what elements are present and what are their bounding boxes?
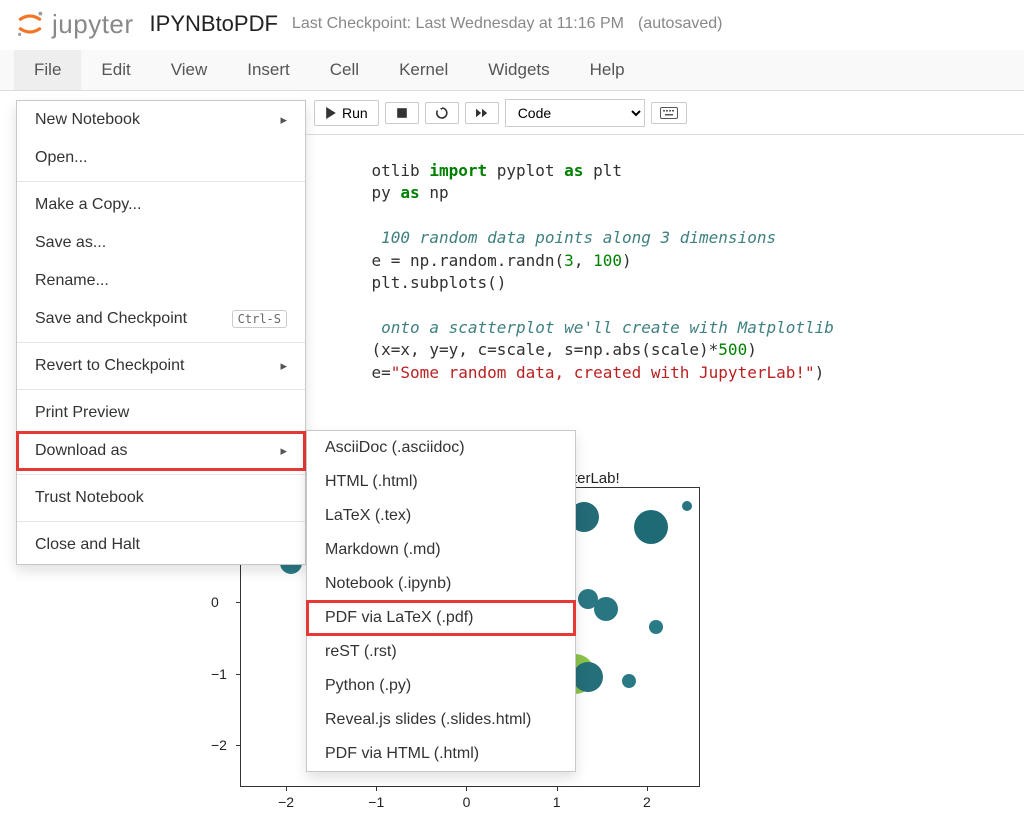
restart-button[interactable]	[425, 102, 459, 124]
menu-item-label: Trust Notebook	[35, 489, 144, 507]
menu-item-label: New Notebook	[35, 111, 140, 129]
menu-help[interactable]: Help	[570, 50, 645, 90]
menu-separator	[17, 342, 305, 343]
jupyter-icon	[14, 8, 46, 40]
download-format-item[interactable]: HTML (.html)	[307, 465, 575, 499]
toolbar: Run Code	[300, 91, 1024, 135]
menu-separator	[17, 181, 305, 182]
file-menu-item[interactable]: Revert to Checkpoint	[17, 347, 305, 385]
x-tick-label: −1	[368, 794, 384, 810]
autosaved-text: (autosaved)	[638, 15, 723, 33]
menu-file[interactable]: File	[14, 50, 81, 90]
menu-separator	[17, 474, 305, 475]
file-menu-item[interactable]: New Notebook	[17, 101, 305, 139]
download-format-item[interactable]: Markdown (.md)	[307, 533, 575, 567]
cell-type-select[interactable]: Code	[505, 99, 645, 127]
menu-separator	[17, 521, 305, 522]
menu-separator	[17, 389, 305, 390]
file-menu-item[interactable]: Trust Notebook	[17, 479, 305, 517]
play-icon	[325, 107, 337, 119]
y-tick-label: −2	[211, 737, 227, 753]
menu-kernel[interactable]: Kernel	[379, 50, 468, 90]
menu-item-label: Print Preview	[35, 404, 129, 422]
file-menu-item[interactable]: Rename...	[17, 262, 305, 300]
notebook-header: jupyter IPYNBtoPDF Last Checkpoint: Last…	[0, 0, 1024, 50]
run-button[interactable]: Run	[314, 100, 379, 126]
menu-item-label: Make a Copy...	[35, 196, 141, 214]
download-format-item[interactable]: LaTeX (.tex)	[307, 499, 575, 533]
data-point	[649, 620, 663, 634]
menu-item-label: Open...	[35, 149, 87, 167]
file-menu-item[interactable]: Save and Checkpoint Ctrl-S	[17, 300, 305, 338]
stop-button[interactable]	[385, 102, 419, 124]
command-palette-button[interactable]	[651, 102, 687, 124]
file-menu-item[interactable]: Make a Copy...	[17, 186, 305, 224]
menu-widgets[interactable]: Widgets	[468, 50, 569, 90]
download-format-item[interactable]: Python (.py)	[307, 669, 575, 703]
menubar: File Edit View Insert Cell Kernel Widget…	[0, 50, 1024, 91]
menu-edit[interactable]: Edit	[81, 50, 150, 90]
jupyter-logo[interactable]: jupyter	[14, 8, 134, 40]
checkpoint-text: Last Checkpoint: Last Wednesday at 11:16…	[292, 15, 624, 33]
data-point	[594, 597, 618, 621]
download-format-item[interactable]: PDF via LaTeX (.pdf)	[307, 601, 575, 635]
download-format-item[interactable]: PDF via HTML (.html)	[307, 737, 575, 771]
menu-shortcut: Ctrl-S	[232, 310, 287, 328]
menu-item-label: Revert to Checkpoint	[35, 357, 184, 375]
menu-cell[interactable]: Cell	[310, 50, 379, 90]
download-as-submenu: AsciiDoc (.asciidoc)HTML (.html)LaTeX (.…	[306, 430, 576, 772]
data-point	[682, 501, 692, 511]
file-menu-item[interactable]: Close and Halt	[17, 526, 305, 564]
file-dropdown: New Notebook Open... Make a Copy... Save as…	[16, 100, 306, 565]
keyboard-icon	[660, 107, 678, 119]
x-tick-label: 2	[643, 794, 651, 810]
menu-insert[interactable]: Insert	[227, 50, 310, 90]
download-format-item[interactable]: Notebook (.ipynb)	[307, 567, 575, 601]
menu-item-label: Rename...	[35, 272, 109, 290]
file-menu-item[interactable]: Open...	[17, 139, 305, 177]
fastforward-icon	[476, 107, 488, 119]
menu-item-label: Close and Halt	[35, 536, 140, 554]
y-tick-label: 0	[211, 594, 219, 610]
menu-item-label: Download as	[35, 442, 128, 460]
file-menu-item[interactable]: Download as	[17, 432, 305, 470]
fastforward-button[interactable]	[465, 102, 499, 124]
menu-item-label: Save as...	[35, 234, 106, 252]
run-label: Run	[342, 105, 368, 121]
x-tick-label: 0	[463, 794, 471, 810]
data-point	[622, 674, 636, 688]
menu-item-label: Save and Checkpoint	[35, 310, 187, 328]
download-format-item[interactable]: Reveal.js slides (.slides.html)	[307, 703, 575, 737]
download-format-item[interactable]: reST (.rst)	[307, 635, 575, 669]
download-format-item[interactable]: AsciiDoc (.asciidoc)	[307, 431, 575, 465]
stop-icon	[396, 107, 408, 119]
data-point	[634, 510, 668, 544]
menu-view[interactable]: View	[151, 50, 228, 90]
x-tick-label: −2	[278, 794, 294, 810]
y-tick-label: −1	[211, 666, 227, 682]
x-tick-label: 1	[553, 794, 561, 810]
jupyter-logo-text: jupyter	[52, 9, 134, 40]
file-menu-item[interactable]: Save as...	[17, 224, 305, 262]
restart-icon	[436, 107, 448, 119]
data-point	[573, 662, 603, 692]
notebook-title[interactable]: IPYNBtoPDF	[150, 11, 278, 37]
file-menu-item[interactable]: Print Preview	[17, 394, 305, 432]
